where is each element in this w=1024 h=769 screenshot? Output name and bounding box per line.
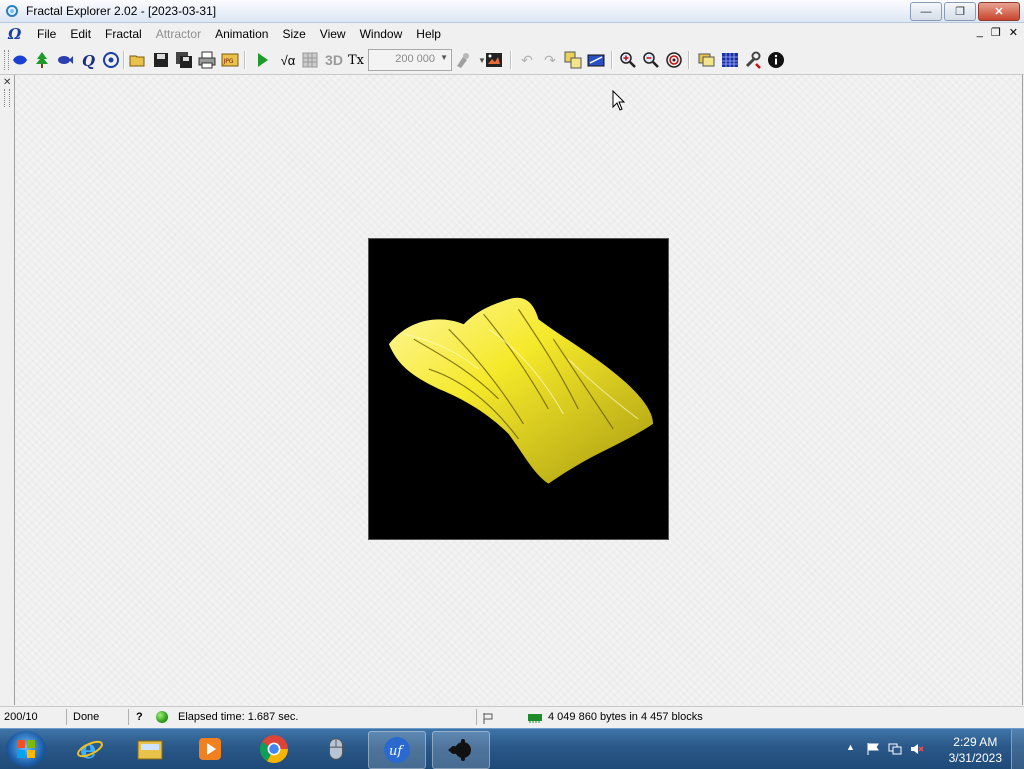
iterations-value: 200 000 (395, 53, 435, 65)
close-button[interactable]: ✕ (978, 2, 1020, 21)
title-bar: Fractal Explorer 2.02 - [2023-03-31] — ❐… (0, 0, 1024, 23)
panel-grip[interactable] (4, 89, 10, 107)
action-center-flag-icon[interactable] (866, 742, 880, 756)
status-elapsed: Elapsed time: 1.687 sec. (178, 711, 299, 723)
open-folder-icon[interactable] (128, 50, 148, 70)
grid-icon[interactable] (300, 50, 320, 70)
chrome-icon (260, 735, 288, 763)
toolbar-separator (244, 51, 246, 69)
status-divider (128, 709, 129, 725)
windows-logo-icon (17, 740, 35, 758)
print-icon[interactable] (197, 50, 217, 70)
show-desktop-button[interactable] (1011, 729, 1024, 769)
folder-icon (137, 740, 163, 760)
quaternion-icon[interactable]: Q (78, 50, 98, 70)
jpg-icon[interactable]: JPG (220, 50, 240, 70)
memory-icon (528, 714, 542, 723)
network-icon[interactable] (888, 742, 902, 756)
ultra-fractal-icon: uf (384, 737, 410, 763)
menu-help[interactable]: Help (409, 27, 448, 41)
taskbar-file-explorer[interactable] (122, 731, 178, 767)
status-divider (66, 709, 67, 725)
taskbar: e uf ▲ 2:29 AM 3/31/2023 (0, 728, 1024, 769)
toolbar-grip[interactable] (4, 50, 9, 70)
menu-edit[interactable]: Edit (63, 27, 98, 41)
status-divider (476, 709, 477, 725)
internet-explorer-icon: e (77, 735, 103, 763)
mdi-restore-button[interactable]: ❐ (991, 26, 1001, 39)
document-icon[interactable]: Ω (8, 25, 21, 43)
svg-text:e: e (80, 735, 97, 763)
clock[interactable]: 2:29 AM 3/31/2023 (949, 734, 1002, 766)
menu-fractal[interactable]: Fractal (98, 27, 149, 41)
menu-file[interactable]: File (30, 27, 63, 41)
save-all-icon[interactable] (174, 50, 194, 70)
svg-text:uf: uf (389, 744, 404, 759)
mouse-cursor-icon (612, 90, 626, 111)
mdi-minimize-button[interactable]: _ (977, 26, 983, 39)
menu-items: File Edit Fractal Attractor Animation Si… (30, 27, 448, 41)
menu-bar: Ω File Edit Fractal Attractor Animation … (0, 23, 1024, 45)
show-hidden-icons-icon[interactable]: ▲ (846, 742, 860, 756)
svg-text:JPG: JPG (223, 58, 234, 65)
menu-attractor[interactable]: Attractor (149, 27, 208, 41)
taskbar-ultra-fractal[interactable]: uf (368, 731, 426, 769)
left-panel-gutter: ✕ (0, 75, 15, 705)
toolbar: Q JPG √α 3D Tx (0, 46, 1024, 75)
formula-icon[interactable]: √α (276, 50, 300, 70)
mdi-controls: _ ❐ ✕ (977, 26, 1018, 39)
app-icon[interactable] (4, 3, 20, 19)
svg-text:Q: Q (82, 52, 95, 69)
volume-muted-icon[interactable] (910, 742, 924, 756)
save-icon[interactable] (151, 50, 171, 70)
mouse-icon (329, 738, 343, 760)
menu-view[interactable]: View (313, 27, 353, 41)
start-button[interactable] (6, 731, 46, 767)
menu-size[interactable]: Size (275, 27, 312, 41)
status-memory: 4 049 860 bytes in 4 457 blocks (548, 711, 703, 723)
restore-button[interactable]: ❐ (944, 2, 976, 21)
tree-icon[interactable] (32, 50, 52, 70)
status-bar: 200/10 Done ? Elapsed time: 1.687 sec. 4… (0, 706, 1024, 728)
flag-icon (483, 713, 493, 724)
minimize-button[interactable]: — (910, 2, 942, 21)
taskbar-mouse-tool[interactable] (308, 731, 364, 767)
fractal-image (388, 297, 654, 484)
media-player-icon (199, 738, 221, 760)
iterations-combo[interactable]: 200 000 ▼ (368, 49, 452, 71)
window-controls: — ❐ ✕ (910, 2, 1020, 21)
chevron-down-icon[interactable]: ▼ (440, 53, 448, 62)
taskbar-chrome[interactable] (246, 731, 302, 767)
3d-icon[interactable]: 3D (322, 50, 346, 70)
toolbar-separator (123, 51, 125, 69)
status-state: Done (73, 711, 100, 723)
fish-icon[interactable] (55, 50, 75, 70)
clock-time: 2:29 AM (953, 735, 998, 749)
window-title: Fractal Explorer 2.02 - [2023-03-31] (26, 4, 217, 18)
system-tray: ▲ 2:29 AM 3/31/2023 (834, 729, 1024, 769)
status-help[interactable]: ? (136, 711, 143, 723)
taskbar-fractal-explorer[interactable] (432, 731, 490, 769)
mdi-close-button[interactable]: ✕ (1009, 26, 1018, 39)
mandelbrot-icon (448, 739, 471, 761)
texture-icon[interactable]: Tx (346, 50, 366, 70)
close-panel-icon[interactable]: ✕ (3, 77, 11, 88)
taskbar-internet-explorer[interactable]: e (62, 731, 118, 767)
fractal-canvas[interactable] (368, 238, 669, 540)
julia-set-icon[interactable] (10, 50, 30, 70)
menu-window[interactable]: Window (353, 27, 410, 41)
taskbar-media-player[interactable] (182, 731, 238, 767)
status-position: 200/10 (4, 711, 38, 723)
menu-animation[interactable]: Animation (208, 27, 275, 41)
status-ok-icon (156, 711, 168, 723)
run-icon[interactable] (252, 50, 272, 70)
clock-date: 3/31/2023 (948, 751, 1002, 765)
target-icon[interactable] (101, 50, 121, 70)
